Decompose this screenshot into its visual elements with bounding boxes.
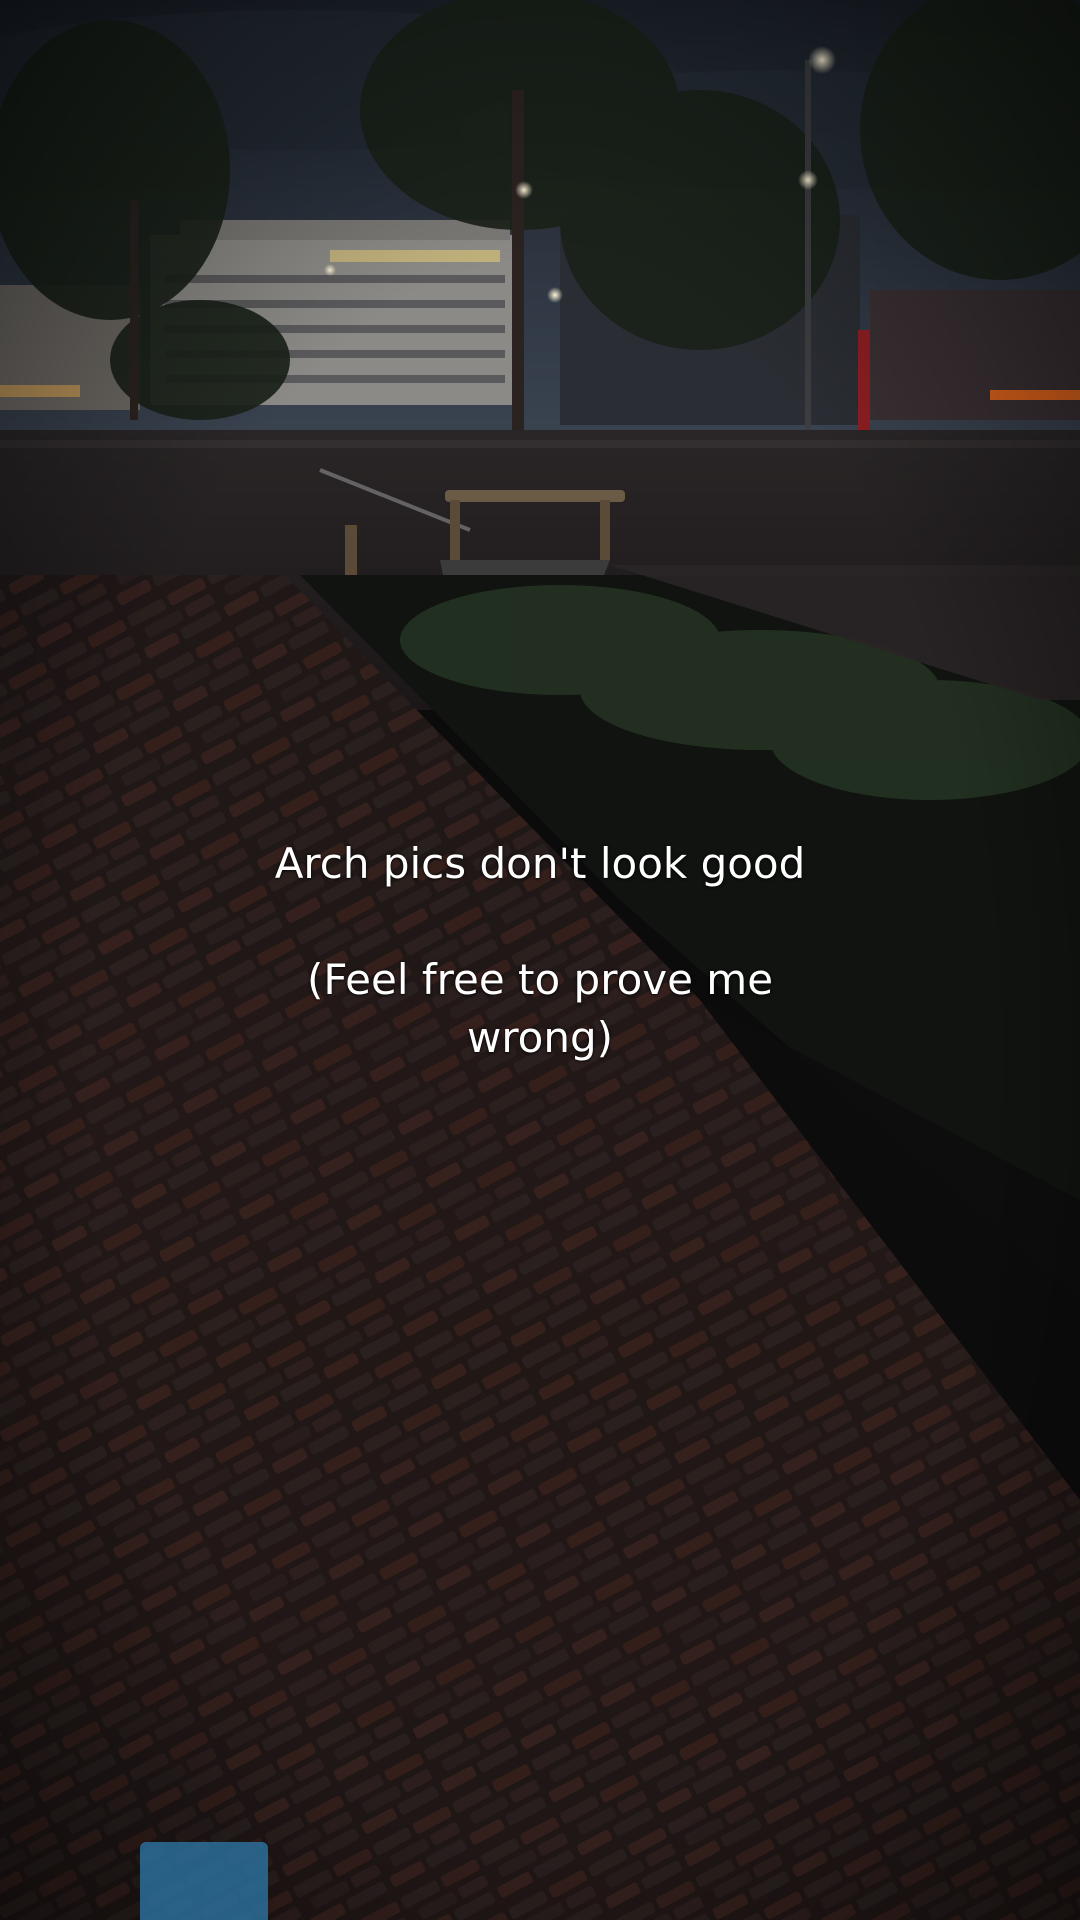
video-frame: Arch pics don't look good (Feel free to …	[0, 0, 1080, 1920]
video-caption: Arch pics don't look good (Feel free to …	[140, 835, 940, 1067]
caption-line-3: wrong)	[466, 1013, 614, 1062]
caption-gap	[140, 893, 940, 951]
blue-sign-fragment	[140, 1842, 268, 1920]
caption-line-1: Arch pics don't look good	[274, 839, 806, 888]
caption-line-2: (Feel free to prove me	[306, 955, 774, 1004]
